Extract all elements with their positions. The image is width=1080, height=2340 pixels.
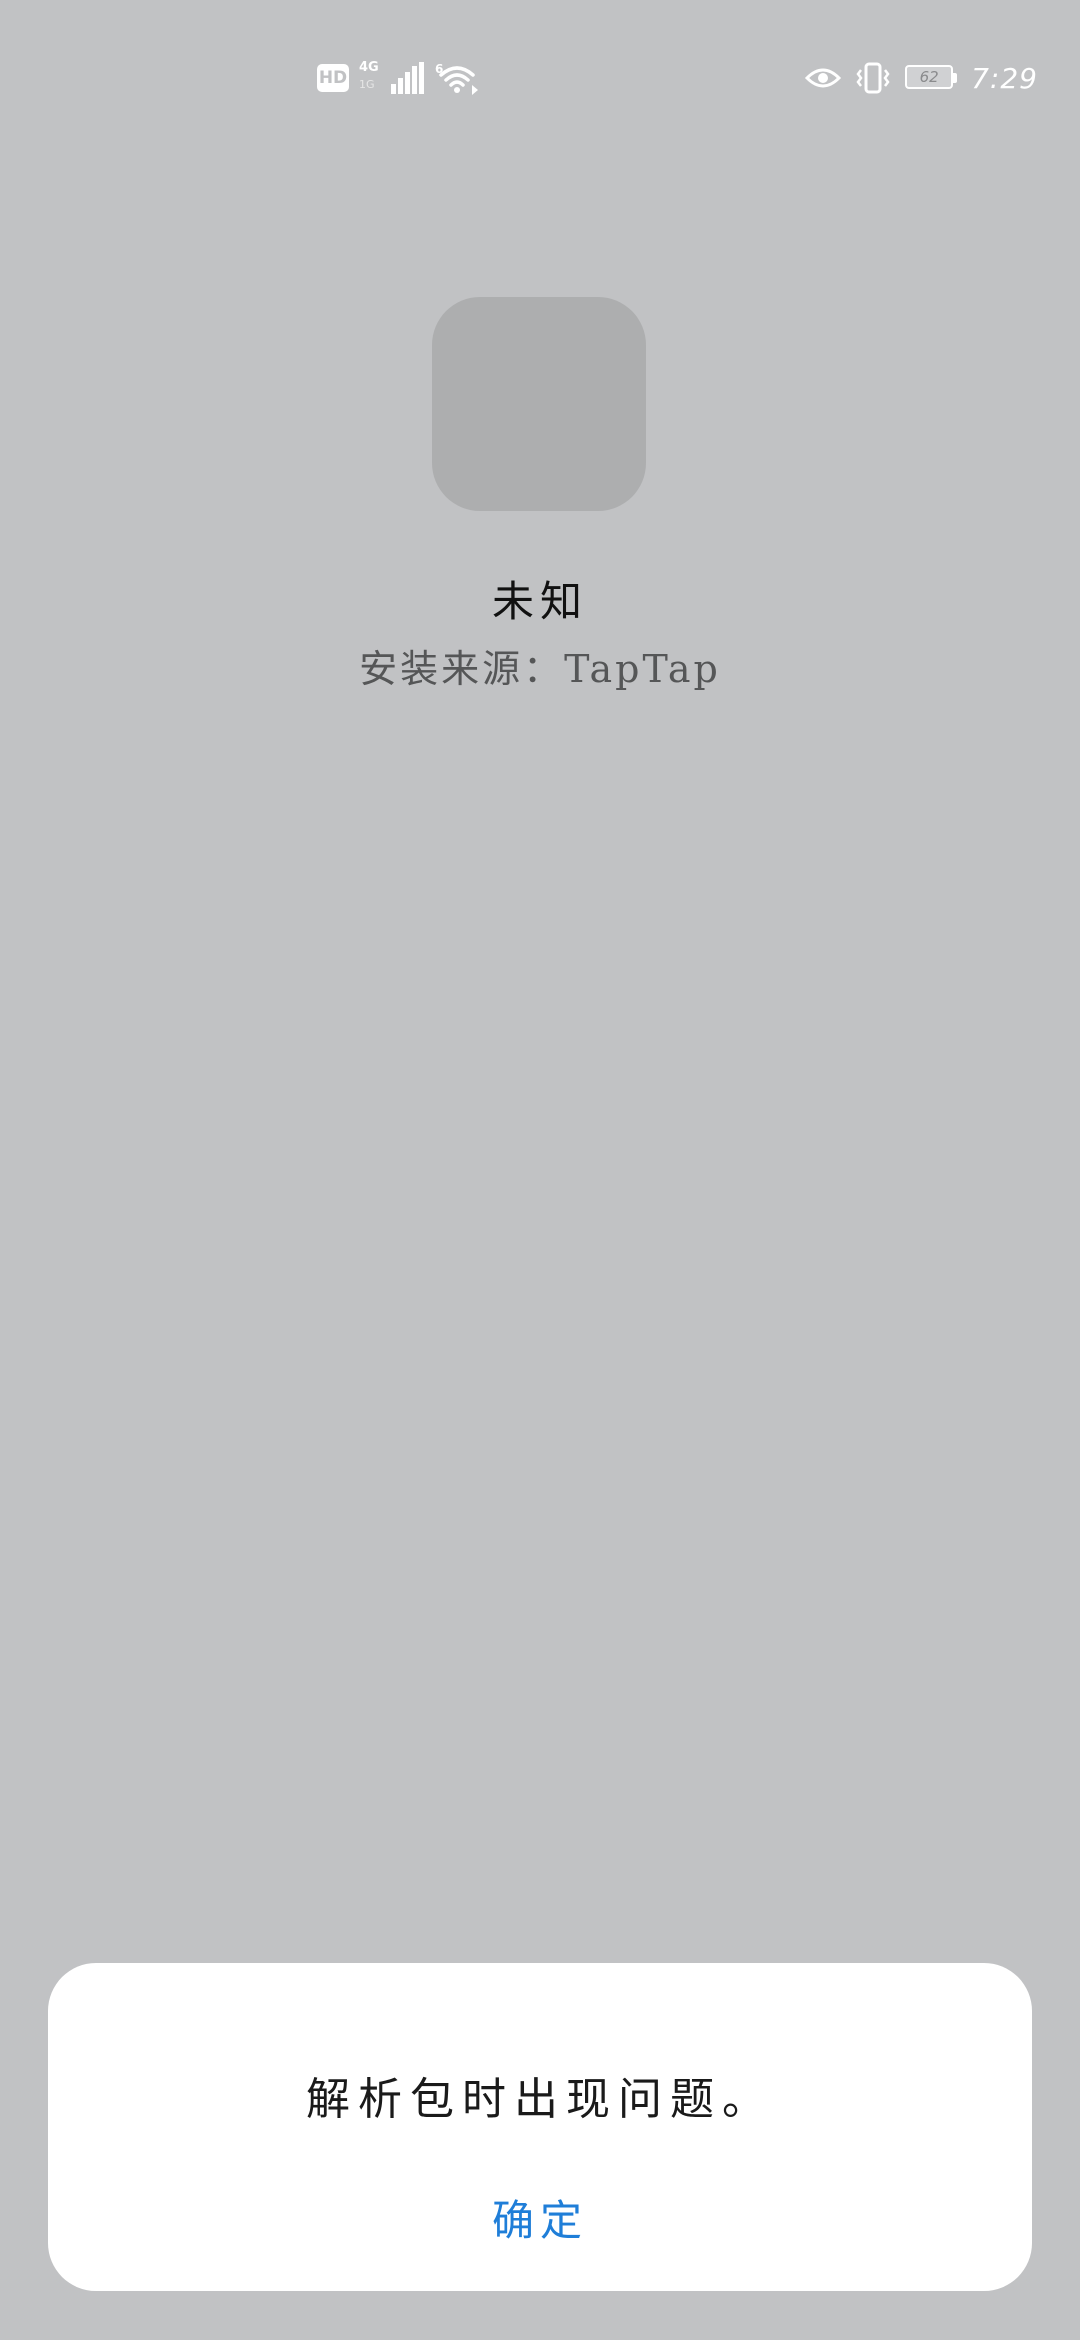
- wifi-icon: 6: [435, 62, 478, 95]
- network-type-label: 4G: [359, 60, 379, 75]
- battery-icon: 62: [905, 65, 958, 91]
- status-bar: HD 4G 1G 6 62 7:29: [0, 0, 1080, 150]
- eye-comfort-icon: [805, 68, 842, 88]
- app-name: 未知: [491, 577, 588, 626]
- status-time: 7:29: [971, 61, 1038, 95]
- signal-strength-icon: [391, 62, 424, 94]
- install-source-label: 安装来源：TapTap: [359, 647, 721, 691]
- dialog-message: 解析包时出现问题。: [306, 2074, 774, 2125]
- hd-badge: HD: [317, 64, 349, 92]
- status-bar-right: 62 7:29: [805, 58, 1038, 98]
- network-type-indicator: 4G 1G: [359, 60, 381, 96]
- battery-level: 62: [919, 68, 939, 86]
- parse-error-dialog: 解析包时出现问题。 确定: [48, 1963, 1032, 2291]
- status-bar-left: HD 4G 1G 6: [317, 58, 479, 98]
- confirm-button[interactable]: 确定: [440, 2181, 640, 2261]
- app-icon-placeholder: [432, 297, 646, 511]
- network-sub-label: 1G: [359, 78, 375, 91]
- vibrate-icon: [856, 62, 890, 94]
